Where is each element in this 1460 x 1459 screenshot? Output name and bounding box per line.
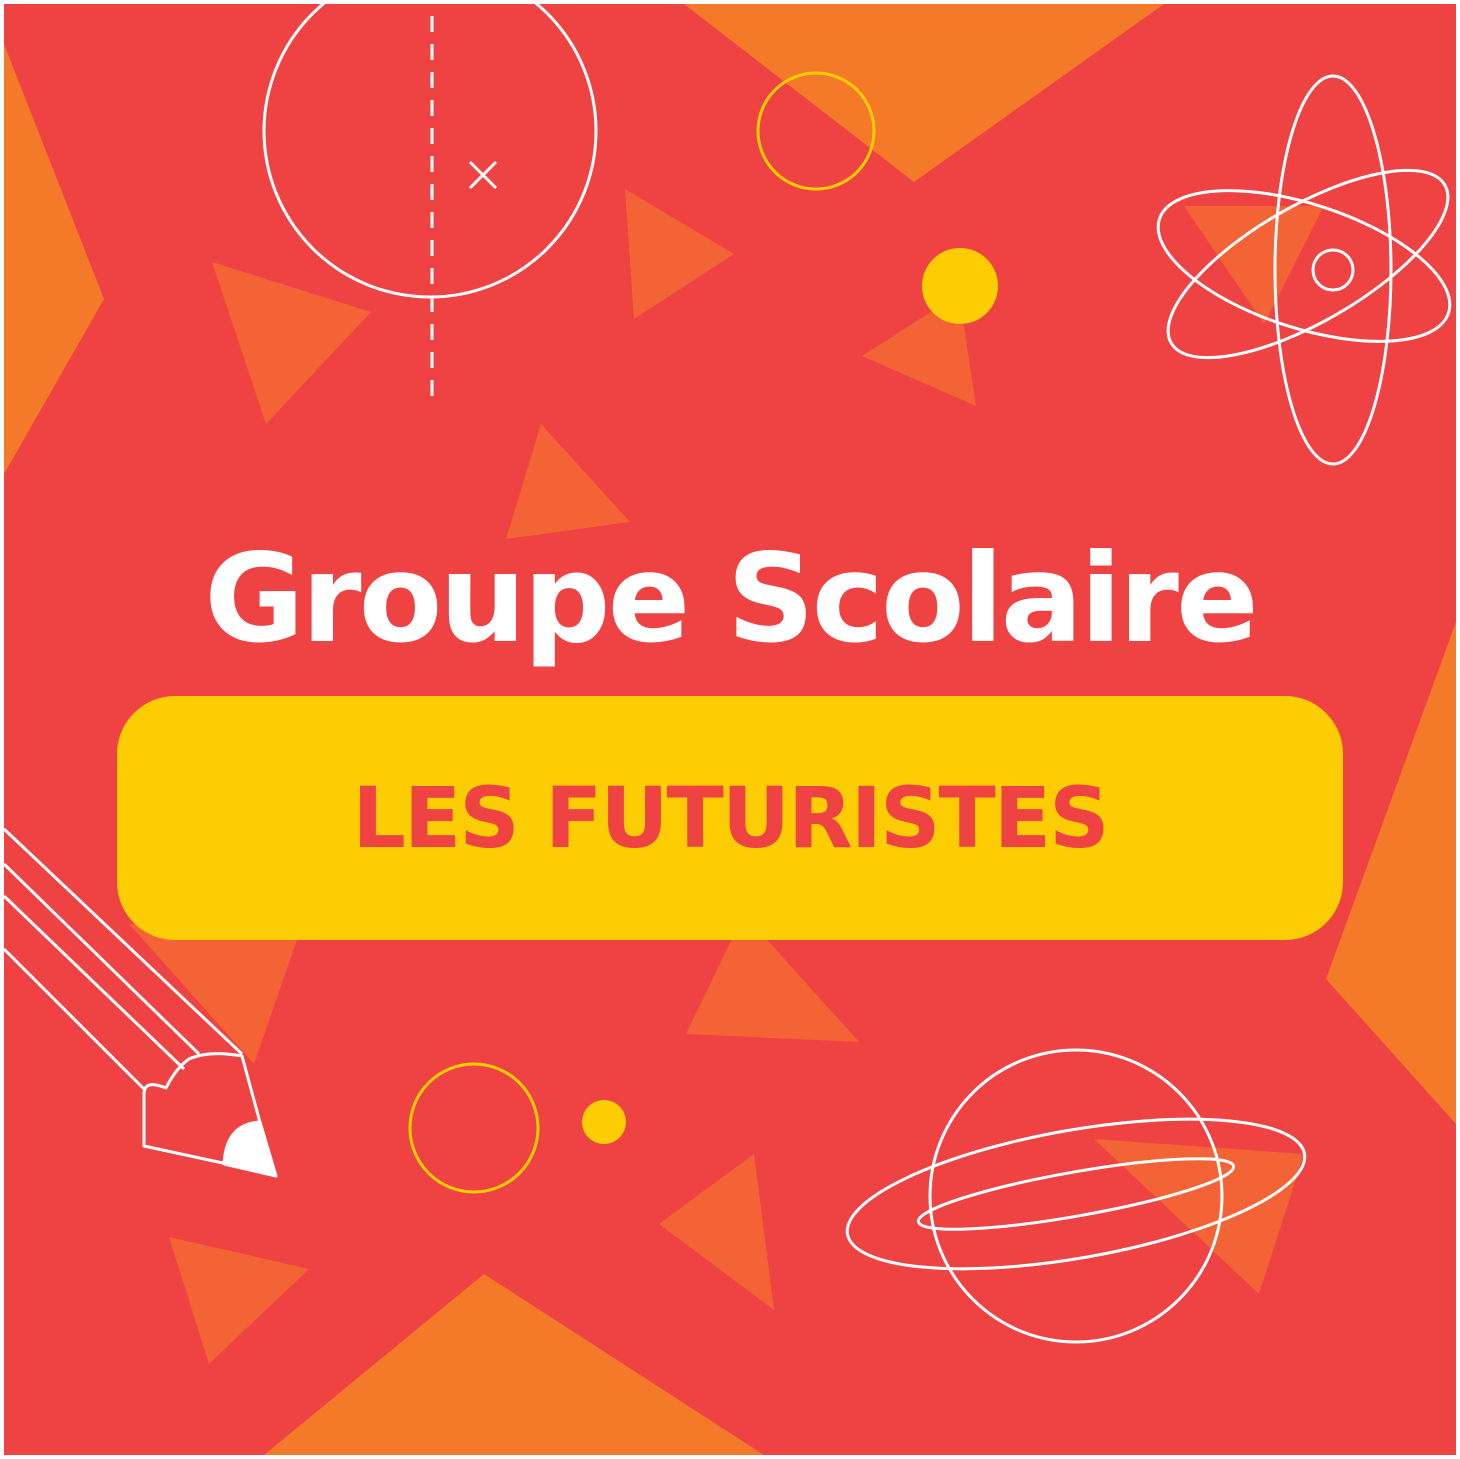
subtitle-banner: LES FUTURISTES xyxy=(117,696,1343,940)
subtitle: LES FUTURISTES xyxy=(352,769,1109,867)
orange-shape-right xyxy=(1326,622,1456,1124)
yellow-dot xyxy=(582,1100,626,1144)
orange-shape-left xyxy=(4,44,104,474)
triangle xyxy=(1094,1139,1304,1294)
triangle xyxy=(625,189,734,319)
poster: Groupe Scolaire LES FUTURISTES xyxy=(4,4,1456,1455)
triangle xyxy=(169,1237,309,1364)
yellow-dot xyxy=(922,248,998,324)
triangle xyxy=(1184,206,1324,324)
ring-circle xyxy=(408,1062,540,1194)
page-title: Groupe Scolaire xyxy=(204,528,1258,670)
orange-shape-top xyxy=(684,4,1164,182)
triangle xyxy=(212,262,371,424)
triangle xyxy=(659,1154,774,1310)
triangle xyxy=(129,924,299,1064)
atom-icon xyxy=(1156,74,1452,466)
triangle xyxy=(506,424,630,539)
orange-shape-bottom xyxy=(264,1274,764,1455)
